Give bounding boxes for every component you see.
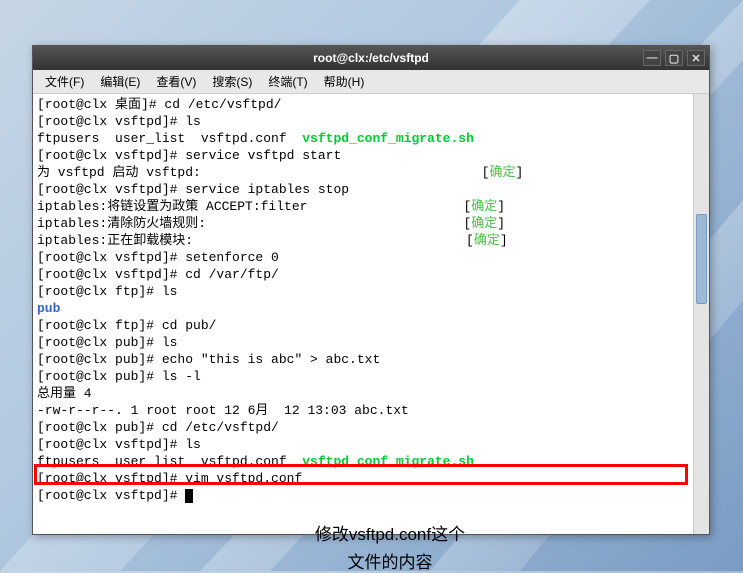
terminal-line: [root@clx vsftpd]# [37, 487, 689, 504]
titlebar[interactable]: root@clx:/etc/vsftpd — ▢ ✕ [33, 46, 709, 70]
terminal-line: [root@clx vsftpd]# setenforce 0 [37, 249, 689, 266]
terminal-output[interactable]: [root@clx 桌面]# cd /etc/vsftpd/[root@clx … [33, 94, 693, 534]
terminal-line: -rw-r--r--. 1 root root 12 6月 12 13:03 a… [37, 402, 689, 419]
annotation-line2: 文件的内容 [260, 548, 520, 573]
terminal-line: iptables:清除防火墙规则: [确定] [37, 215, 689, 232]
scrollbar[interactable] [693, 94, 709, 534]
menu-edit[interactable]: 编辑(E) [94, 71, 146, 92]
menubar: 文件(F) 编辑(E) 查看(V) 搜索(S) 终端(T) 帮助(H) [33, 70, 709, 94]
terminal-line: iptables:正在卸载模块: [确定] [37, 232, 689, 249]
window-title: root@clx:/etc/vsftpd [313, 51, 429, 65]
terminal-line: [root@clx pub]# echo "this is abc" > abc… [37, 351, 689, 368]
terminal-line: ftpusers user_list vsftpd.conf vsftpd_co… [37, 453, 689, 470]
terminal-line: [root@clx pub]# cd /etc/vsftpd/ [37, 419, 689, 436]
terminal-line: iptables:将链设置为政策 ACCEPT:filter [确定] [37, 198, 689, 215]
menu-file[interactable]: 文件(F) [39, 71, 90, 92]
terminal-line: pub [37, 300, 689, 317]
terminal-line: [root@clx vsftpd]# cd /var/ftp/ [37, 266, 689, 283]
menu-terminal[interactable]: 终端(T) [262, 71, 313, 92]
annotation-line1: 修改vsftpd.conf这个 [260, 520, 520, 545]
minimize-button[interactable]: — [643, 50, 661, 66]
terminal-line: [root@clx vsftpd]# vim vsftpd.conf [37, 470, 689, 487]
terminal-line: [root@clx ftp]# cd pub/ [37, 317, 689, 334]
menu-search[interactable]: 搜索(S) [206, 71, 258, 92]
terminal-line: [root@clx vsftpd]# ls [37, 113, 689, 130]
terminal-line: ftpusers user_list vsftpd.conf vsftpd_co… [37, 130, 689, 147]
maximize-button[interactable]: ▢ [665, 50, 683, 66]
terminal-line: [root@clx ftp]# ls [37, 283, 689, 300]
terminal-line: [root@clx vsftpd]# ls [37, 436, 689, 453]
scrollbar-thumb[interactable] [696, 214, 707, 304]
cursor [185, 489, 193, 503]
terminal-line: 为 vsftpd 启动 vsftpd: [确定] [37, 164, 689, 181]
terminal-line: 总用量 4 [37, 385, 689, 402]
menu-view[interactable]: 查看(V) [150, 71, 202, 92]
menu-help[interactable]: 帮助(H) [318, 71, 371, 92]
terminal-line: [root@clx vsftpd]# service vsftpd start [37, 147, 689, 164]
terminal-line: [root@clx vsftpd]# service iptables stop [37, 181, 689, 198]
terminal-line: [root@clx pub]# ls [37, 334, 689, 351]
terminal-line: [root@clx 桌面]# cd /etc/vsftpd/ [37, 96, 689, 113]
terminal-window: root@clx:/etc/vsftpd — ▢ ✕ 文件(F) 编辑(E) 查… [32, 45, 710, 535]
terminal-line: [root@clx pub]# ls -l [37, 368, 689, 385]
close-button[interactable]: ✕ [687, 50, 705, 66]
